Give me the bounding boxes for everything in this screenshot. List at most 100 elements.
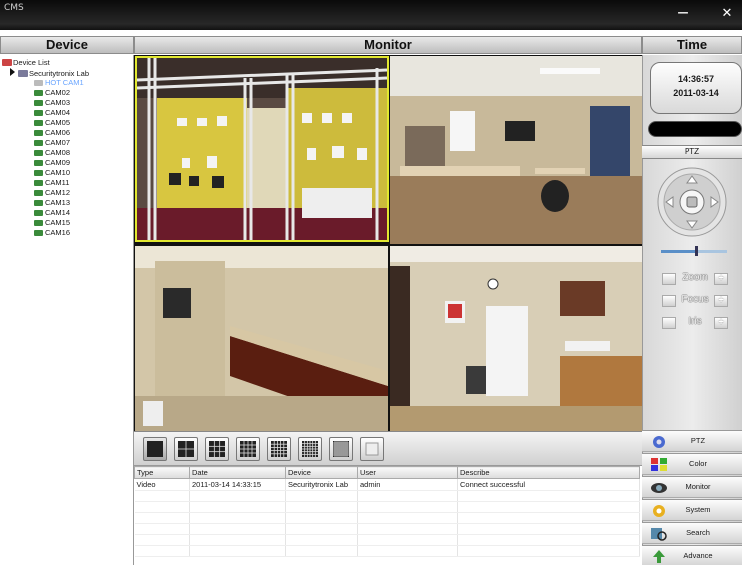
log-empty-row bbox=[134, 512, 640, 524]
layout-toolbar bbox=[134, 431, 642, 465]
25-view-layout-button[interactable] bbox=[267, 437, 291, 461]
fullscreen-icon bbox=[365, 442, 379, 456]
camera-icon bbox=[34, 110, 43, 116]
log-cell: Video bbox=[134, 478, 190, 491]
camera-item[interactable]: CAM07 bbox=[2, 138, 89, 148]
camera-item[interactable]: CAM05 bbox=[2, 118, 89, 128]
camera-item[interactable]: CAM14 bbox=[2, 208, 89, 218]
log-empty-row bbox=[134, 534, 640, 546]
focus-out-button[interactable] bbox=[662, 295, 676, 307]
event-log: Type Date Device User Describe Video 2011-03-… bbox=[134, 465, 642, 565]
video-tile-cam01[interactable] bbox=[135, 56, 389, 242]
menu-color-button[interactable]: Color bbox=[642, 453, 742, 475]
25-view-icon bbox=[271, 441, 287, 457]
quad-view-icon bbox=[178, 441, 194, 457]
video-tile-cam03[interactable] bbox=[135, 246, 388, 431]
log-row[interactable]: Video 2011-03-14 14:33:15 Securitytronix L… bbox=[134, 478, 640, 491]
64-view-layout-button[interactable] bbox=[329, 437, 353, 461]
tree-root[interactable]: Device List bbox=[2, 58, 89, 68]
single-view-layout-button[interactable] bbox=[143, 437, 167, 461]
minimize-button[interactable]: — bbox=[676, 6, 690, 20]
zoom-out-button[interactable] bbox=[662, 273, 676, 285]
camera-item[interactable]: CAM11 bbox=[2, 178, 89, 188]
camera-icon bbox=[34, 160, 43, 166]
ptz-speed-slider[interactable] bbox=[661, 246, 727, 256]
close-button[interactable]: ✕ bbox=[719, 6, 735, 22]
menu-search-button[interactable]: Search bbox=[642, 522, 742, 544]
log-column-header[interactable]: Device bbox=[285, 466, 358, 479]
focus-in-button[interactable]: + bbox=[714, 295, 728, 307]
menu-label: Color bbox=[689, 459, 707, 468]
camera-label: CAM06 bbox=[45, 128, 71, 137]
camera-icon bbox=[34, 210, 43, 216]
iris-label: Iris bbox=[688, 316, 702, 327]
36-view-layout-button[interactable] bbox=[298, 437, 322, 461]
camera-item[interactable]: CAM12 bbox=[2, 188, 89, 198]
camera-icon bbox=[34, 130, 43, 136]
clock-time: 14:36:57 bbox=[677, 74, 715, 84]
camera-icon bbox=[34, 180, 43, 186]
camera-icon bbox=[34, 120, 43, 126]
menu-system-button[interactable]: System bbox=[642, 499, 742, 521]
camera-item[interactable]: CAM03 bbox=[2, 98, 89, 108]
9-view-icon bbox=[209, 441, 225, 457]
log-column-header[interactable]: User bbox=[357, 466, 458, 479]
ptz-joystick[interactable] bbox=[656, 166, 728, 238]
tree-group[interactable]: Securitytronix Lab bbox=[2, 68, 89, 78]
fullscreen-layout-button[interactable] bbox=[360, 437, 384, 461]
video-tile-cam02[interactable] bbox=[390, 56, 642, 244]
camera-icon bbox=[34, 90, 43, 96]
camera-item[interactable]: HOT CAM1 bbox=[2, 78, 89, 88]
log-cell: Securitytronix Lab bbox=[285, 478, 358, 491]
clock-display: 14:36:57 2011-03-14 bbox=[650, 62, 742, 114]
camera-item[interactable]: CAM09 bbox=[2, 158, 89, 168]
iris-close-button[interactable] bbox=[662, 317, 676, 329]
36-view-icon bbox=[302, 441, 318, 457]
menu-label: Advance bbox=[683, 551, 713, 560]
menu-ptz-button[interactable]: PTZ bbox=[642, 430, 742, 452]
device-panel-header: Device bbox=[0, 36, 134, 54]
9-view-layout-button[interactable] bbox=[205, 437, 229, 461]
quad-view-layout-button[interactable] bbox=[174, 437, 198, 461]
camera-item[interactable]: CAM10 bbox=[2, 168, 89, 178]
camera-item[interactable]: CAM13 bbox=[2, 198, 89, 208]
camera-item[interactable]: CAM04 bbox=[2, 108, 89, 118]
camera-label: CAM11 bbox=[45, 178, 70, 187]
camera-item[interactable]: CAM16 bbox=[2, 228, 89, 238]
log-column-header[interactable]: Type bbox=[134, 466, 190, 479]
camera-item[interactable]: CAM02 bbox=[2, 88, 89, 98]
camera-feed-image bbox=[390, 56, 642, 244]
ptz-icon bbox=[653, 436, 665, 448]
16-view-layout-button[interactable] bbox=[236, 437, 260, 461]
camera-label: CAM16 bbox=[45, 228, 71, 237]
log-column-header[interactable]: Date bbox=[189, 466, 286, 479]
advance-icon bbox=[653, 550, 665, 563]
log-empty-row bbox=[134, 490, 640, 502]
log-column-header[interactable]: Describe bbox=[457, 466, 640, 479]
monitor-panel-header: Monitor bbox=[134, 36, 642, 54]
menu-advance-button[interactable]: Advance bbox=[642, 545, 742, 565]
log-empty-row bbox=[134, 545, 640, 557]
expand-arrow-icon[interactable] bbox=[10, 68, 15, 76]
camera-item[interactable]: CAM08 bbox=[2, 148, 89, 158]
menu-monitor-button[interactable]: Monitor bbox=[642, 476, 742, 498]
status-bar bbox=[648, 121, 742, 137]
event-log-table: Type Date Device User Describe Video 2011-03-… bbox=[134, 466, 640, 557]
camera-item[interactable]: CAM15 bbox=[2, 218, 89, 228]
camera-icon bbox=[34, 220, 43, 226]
camera-label: CAM09 bbox=[45, 158, 71, 167]
time-panel-header: Time bbox=[642, 36, 742, 54]
camera-label: CAM15 bbox=[45, 218, 71, 227]
camera-item[interactable]: CAM06 bbox=[2, 128, 89, 138]
64-view-icon bbox=[333, 441, 349, 457]
camera-label: CAM08 bbox=[45, 148, 71, 157]
log-empty-row bbox=[134, 523, 640, 535]
monitor-icon bbox=[651, 483, 667, 493]
focus-label: Focus bbox=[681, 294, 709, 305]
zoom-in-button[interactable]: + bbox=[714, 273, 728, 285]
iris-open-button[interactable]: + bbox=[714, 317, 728, 329]
camera-label: HOT CAM1 bbox=[45, 78, 84, 87]
single-view-icon bbox=[147, 441, 163, 457]
log-cell: admin bbox=[357, 478, 458, 491]
video-tile-cam04[interactable] bbox=[390, 246, 642, 431]
